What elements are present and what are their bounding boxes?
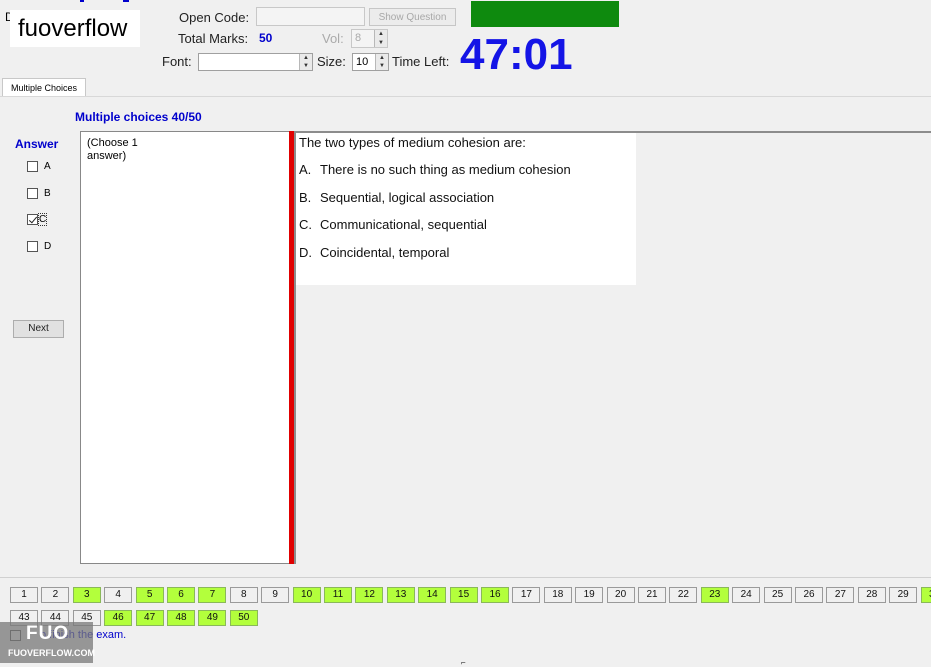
time-left-label: Time Left: <box>392 54 450 69</box>
question-nav-button[interactable]: 17 <box>512 587 541 603</box>
section-title: Multiple choices 40/50 <box>75 110 202 124</box>
spin-up-icon[interactable]: ▲ <box>300 54 312 62</box>
watermark-url: FUOVERFLOW.COM <box>8 648 95 658</box>
next-button[interactable]: Next <box>13 320 64 338</box>
answer-option-a[interactable]: A <box>27 161 51 172</box>
size-value: 10 <box>356 56 369 68</box>
question-nav-button[interactable]: 28 <box>857 587 886 603</box>
question-nav-button[interactable]: 9 <box>261 587 290 603</box>
checkbox-d[interactable] <box>27 241 38 252</box>
size-label: Size: <box>317 54 346 69</box>
font-select[interactable]: ▲ ▼ <box>198 53 313 71</box>
question-navigator-row-1: 1 2 3 4 5 6 7 8 9 10 11 12 13 14 15 16 17 18 19 20 21 22 23 24 2… <box>0 586 931 604</box>
option-text: There is no such thing as medium cohesio… <box>320 162 571 177</box>
question-nav-button[interactable]: 13 <box>386 587 415 603</box>
vol-value: 8 <box>355 32 362 44</box>
question-nav-button[interactable]: 4 <box>104 587 133 603</box>
tab-divider <box>0 96 931 97</box>
spin-down-icon[interactable]: ▼ <box>376 62 388 70</box>
answer-option-label: C <box>37 213 48 226</box>
question-nav-button[interactable]: 27 <box>826 587 855 603</box>
question-option-a: A. There is no such thing as medium cohes… <box>299 162 571 177</box>
question-nav-button[interactable]: 49 <box>198 610 227 626</box>
question-nav-button[interactable]: 7 <box>198 587 227 603</box>
option-letter: A. <box>299 162 312 177</box>
status-indicator <box>471 1 619 27</box>
question-nav-button[interactable]: 20 <box>606 587 635 603</box>
question-nav-button[interactable]: 30 <box>920 587 931 603</box>
option-text: Coincidental, temporal <box>320 245 450 260</box>
brand-logo: fuoverflow <box>18 15 128 42</box>
answer-option-label: A <box>44 161 51 172</box>
size-spinner[interactable]: 10 ▲ ▼ <box>352 53 389 71</box>
question-nav-button[interactable]: 50 <box>229 610 258 626</box>
spin-down-icon[interactable]: ▼ <box>300 62 312 70</box>
answer-option-c[interactable]: C <box>27 213 48 226</box>
top-link-marks <box>80 0 130 4</box>
answer-option-b[interactable]: B <box>27 188 51 199</box>
question-nav-button[interactable]: 3 <box>72 587 101 603</box>
open-code-label: Open Code: <box>179 10 250 25</box>
total-marks-label: Total Marks: <box>178 31 249 46</box>
option-letter: C. <box>299 217 312 232</box>
question-nav-button[interactable]: 14 <box>418 587 447 603</box>
question-nav-button[interactable]: 29 <box>889 587 918 603</box>
question-nav-button[interactable]: 21 <box>638 587 666 603</box>
question-nav-button[interactable]: 2 <box>41 587 70 603</box>
question-nav-button[interactable]: 46 <box>104 610 133 626</box>
splitter-bar[interactable] <box>289 131 294 564</box>
show-question-button[interactable]: Show Question <box>369 8 456 26</box>
question-nav-button[interactable]: 11 <box>324 587 352 603</box>
spin-up-icon[interactable]: ▲ <box>375 30 387 39</box>
question-option-d: D. Coincidental, temporal <box>299 245 449 260</box>
choose-hint-text: (Choose 1 answer) <box>87 137 138 162</box>
watermark-logo: FUO <box>26 623 70 644</box>
question-nav-button[interactable]: 48 <box>167 610 195 626</box>
question-nav-button[interactable]: 24 <box>732 587 761 603</box>
answer-title: Answer <box>15 137 59 151</box>
answer-option-label: B <box>44 188 51 199</box>
vol-spinner[interactable]: 8 ▲ ▼ <box>351 29 388 48</box>
question-nav-button[interactable]: 10 <box>292 587 321 603</box>
tab-multiple-choices[interactable]: Multiple Choices <box>2 78 86 97</box>
question-nav-button[interactable]: 25 <box>763 587 792 603</box>
question-text: The two types of medium cohesion are: <box>299 135 526 150</box>
question-nav-button[interactable]: 23 <box>700 587 729 603</box>
question-nav-button[interactable]: 15 <box>449 587 478 603</box>
open-code-input[interactable] <box>256 7 365 26</box>
option-text: Sequential, logical association <box>320 190 495 205</box>
question-nav-button[interactable]: 5 <box>135 587 164 603</box>
question-navigator-row-2: 43 44 45 46 47 48 49 50 <box>0 609 931 627</box>
checkbox-c[interactable] <box>27 214 38 225</box>
question-nav-button[interactable]: 1 <box>10 587 38 603</box>
question-nav-button[interactable]: 12 <box>355 587 384 603</box>
spin-up-icon[interactable]: ▲ <box>376 54 388 62</box>
question-nav-button[interactable]: 47 <box>135 610 164 626</box>
total-marks-value: 50 <box>259 31 273 45</box>
option-letter: D. <box>299 245 312 260</box>
checkbox-a[interactable] <box>27 161 38 172</box>
question-nav-button[interactable]: 6 <box>167 587 195 603</box>
option-text: Communicational, sequential <box>320 217 487 232</box>
question-option-c: C. Communicational, sequential <box>299 217 487 232</box>
question-option-b: B. Sequential, logical association <box>299 190 494 205</box>
vol-label: Vol: <box>322 31 344 46</box>
time-left-value: 47:01 <box>460 30 573 79</box>
question-nav-button[interactable]: 18 <box>543 587 572 603</box>
question-box <box>296 133 636 285</box>
font-label: Font: <box>162 54 192 69</box>
option-letter: B. <box>299 190 312 205</box>
mouse-cursor-icon: ⌐ <box>461 658 466 667</box>
choose-hint-panel <box>80 131 290 564</box>
question-nav-button[interactable]: 8 <box>229 587 258 603</box>
checkbox-b[interactable] <box>27 188 38 199</box>
spin-down-icon[interactable]: ▼ <box>375 39 387 48</box>
answer-option-label: D <box>44 241 52 252</box>
question-nav-button[interactable]: 22 <box>669 587 698 603</box>
question-nav-button[interactable]: 16 <box>481 587 509 603</box>
navigator-divider <box>0 577 931 578</box>
question-nav-button[interactable]: 19 <box>575 587 604 603</box>
answer-option-d[interactable]: D <box>27 241 51 252</box>
question-nav-button[interactable]: 26 <box>795 587 823 603</box>
